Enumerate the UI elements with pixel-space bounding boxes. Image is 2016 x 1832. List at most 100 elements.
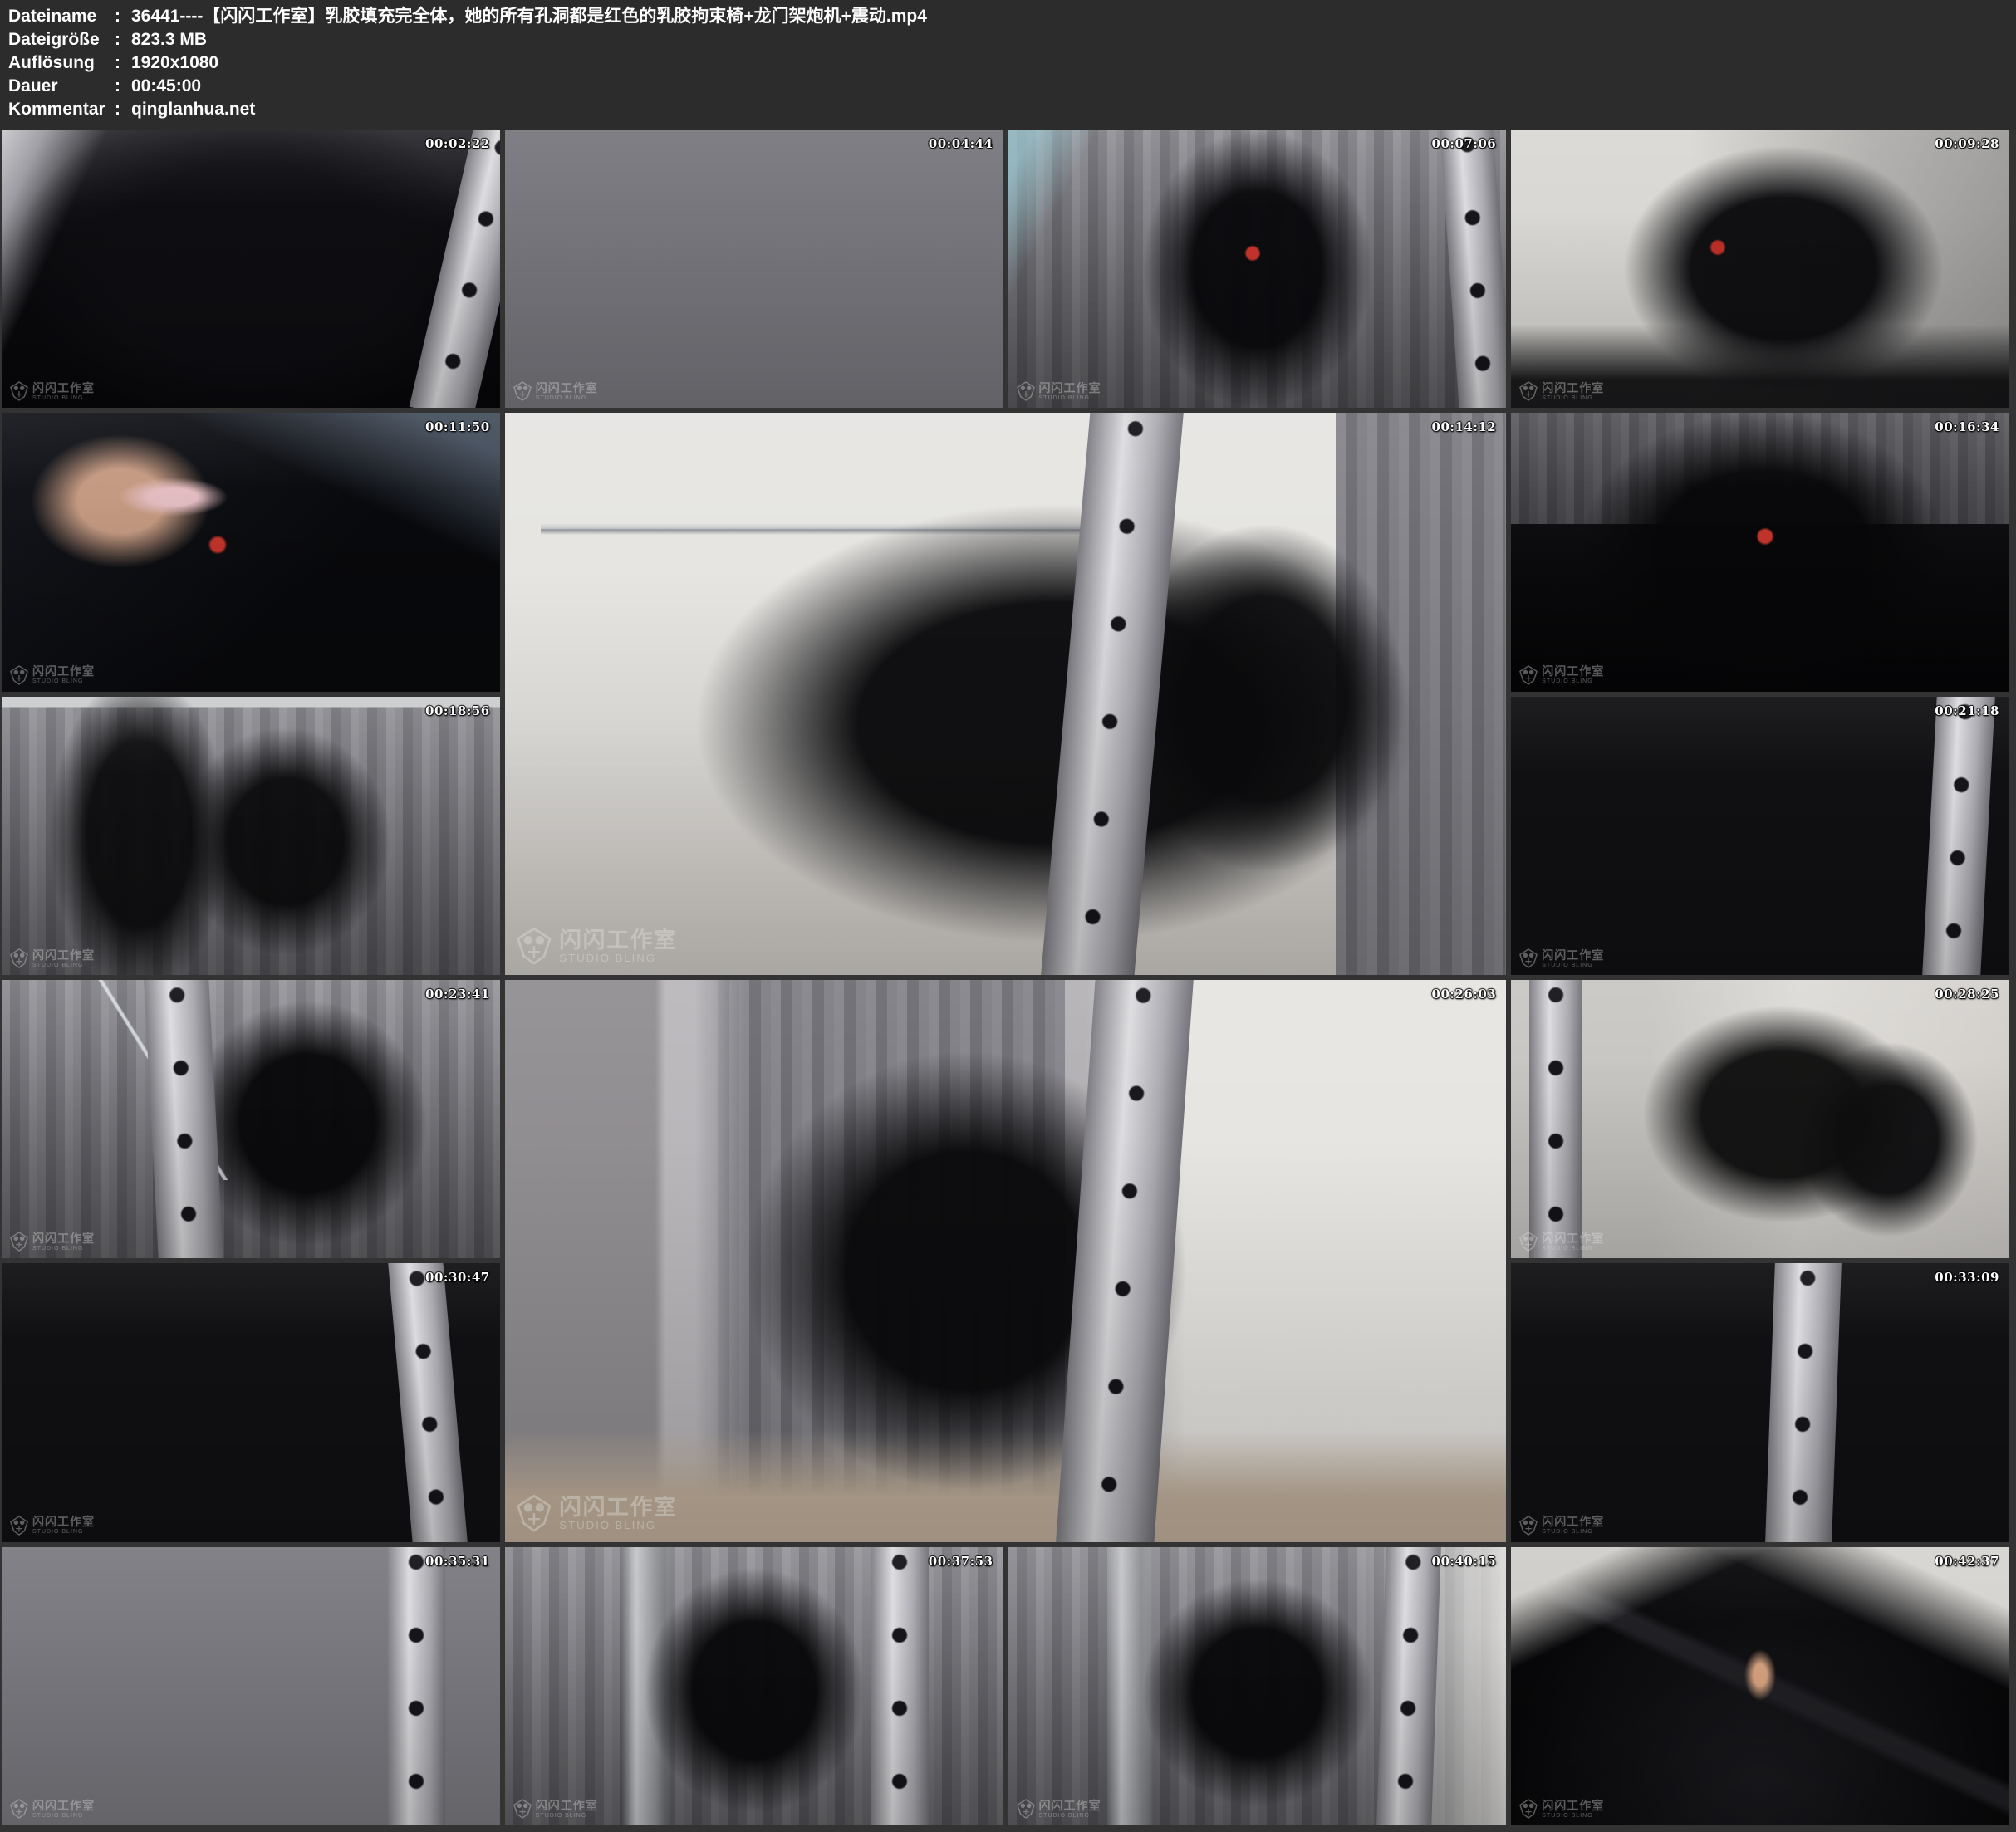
studio-watermark: 闪闪工作室 STUDIO BLING	[1519, 948, 1604, 968]
studio-logo-icon	[1017, 381, 1035, 401]
video-thumbnail[interactable]: 00:07:06 闪闪工作室 STUDIO BLING	[1008, 130, 1507, 408]
video-thumbnail[interactable]: 00:37:53 闪闪工作室 STUDIO BLING	[505, 1547, 1003, 1825]
video-thumbnail[interactable]: 00:14:12 闪闪工作室 STUDIO BLING	[505, 413, 1507, 975]
thumbnail-image	[2, 413, 500, 691]
studio-name-cn: 闪闪工作室	[1039, 382, 1101, 394]
studio-logo-icon	[1519, 665, 1538, 685]
video-thumbnail[interactable]: 00:16:34 闪闪工作室 STUDIO BLING	[1511, 413, 2009, 691]
studio-name-en: STUDIO BLING	[32, 395, 95, 401]
studio-watermark-text: 闪闪工作室 STUDIO BLING	[536, 1800, 598, 1819]
video-thumbnail[interactable]: 00:33:09 闪闪工作室 STUDIO BLING	[1511, 1263, 2009, 1541]
timestamp-overlay: 00:16:34	[1935, 419, 1999, 434]
studio-watermark-text: 闪闪工作室 STUDIO BLING	[32, 665, 95, 684]
video-thumbnail[interactable]: 00:04:44 闪闪工作室 STUDIO BLING	[505, 130, 1003, 408]
timestamp-overlay: 00:26:03	[1432, 987, 1497, 1002]
studio-name-cn: 闪闪工作室	[32, 1232, 95, 1244]
studio-watermark-text: 闪闪工作室 STUDIO BLING	[32, 949, 95, 968]
studio-logo-icon	[1519, 381, 1538, 401]
meta-separator: :	[115, 98, 131, 121]
studio-logo-icon	[513, 381, 532, 401]
thumbnail-image	[505, 980, 1507, 1542]
thumbnail-image	[2, 1547, 500, 1825]
meta-label: Auflösung	[8, 51, 115, 75]
thumbnail-image	[505, 130, 1003, 408]
video-thumbnail[interactable]: 00:23:41 闪闪工作室 STUDIO BLING	[2, 980, 500, 1258]
studio-logo-icon	[10, 1516, 28, 1536]
studio-watermark-text: 闪闪工作室 STUDIO BLING	[559, 1495, 678, 1531]
video-thumbnail[interactable]: 00:21:18 闪闪工作室 STUDIO BLING	[1511, 697, 2009, 975]
studio-watermark-text: 闪闪工作室 STUDIO BLING	[559, 928, 678, 964]
timestamp-overlay: 00:35:31	[425, 1554, 490, 1569]
thumbnail-image	[2, 980, 500, 1258]
studio-name-cn: 闪闪工作室	[559, 928, 678, 950]
video-thumbnail[interactable]: 00:42:37 闪闪工作室 STUDIO BLING	[1511, 1547, 2009, 1825]
timestamp-overlay: 00:09:28	[1935, 136, 1999, 151]
studio-watermark-text: 闪闪工作室 STUDIO BLING	[32, 1232, 95, 1252]
video-thumbnail[interactable]: 00:28:25 闪闪工作室 STUDIO BLING	[1511, 980, 2009, 1258]
studio-name-en: STUDIO BLING	[559, 1520, 678, 1531]
thumbnail-image	[505, 1547, 1003, 1825]
video-thumbnail[interactable]: 00:35:31 闪闪工作室 STUDIO BLING	[2, 1547, 500, 1825]
thumbnail-image	[1008, 130, 1507, 408]
video-thumbnail[interactable]: 00:30:47 闪闪工作室 STUDIO BLING	[2, 1263, 500, 1541]
meta-separator: :	[115, 28, 131, 51]
video-thumbnail[interactable]: 00:09:28 闪闪工作室 STUDIO BLING	[1511, 130, 2009, 408]
studio-name-cn: 闪闪工作室	[1542, 949, 1604, 961]
timestamp-overlay: 00:21:18	[1935, 703, 1999, 718]
thumbnail-image	[1511, 1547, 2009, 1825]
video-thumbnail[interactable]: 00:40:15 闪闪工作室 STUDIO BLING	[1008, 1547, 1507, 1825]
studio-watermark-text: 闪闪工作室 STUDIO BLING	[1542, 1516, 1604, 1535]
duration-value: 00:45:00	[131, 75, 2016, 98]
studio-name-cn: 闪闪工作室	[536, 382, 598, 394]
studio-name-cn: 闪闪工作室	[559, 1495, 678, 1517]
studio-name-en: STUDIO BLING	[1039, 1813, 1101, 1819]
studio-name-cn: 闪闪工作室	[1542, 382, 1604, 394]
thumbnail-image	[2, 697, 500, 975]
studio-name-cn: 闪闪工作室	[1542, 1800, 1604, 1811]
video-thumbnail[interactable]: 00:18:56 闪闪工作室 STUDIO BLING	[2, 697, 500, 975]
studio-name-cn: 闪闪工作室	[32, 949, 95, 961]
meta-label: Kommentar	[8, 98, 115, 121]
meta-row-dateigroesse: Dateigröße : 823.3 MB	[8, 28, 2016, 51]
studio-logo-icon	[10, 1799, 28, 1819]
video-thumbnail[interactable]: 00:11:50 闪闪工作室 STUDIO BLING	[2, 413, 500, 691]
video-thumbnail[interactable]: 00:02:22 闪闪工作室 STUDIO BLING	[2, 130, 500, 408]
studio-watermark: 闪闪工作室 STUDIO BLING	[1519, 1516, 1604, 1536]
timestamp-overlay: 00:28:25	[1935, 987, 1999, 1002]
studio-logo-icon	[1519, 1232, 1538, 1252]
studio-watermark-text: 闪闪工作室 STUDIO BLING	[1039, 382, 1101, 401]
studio-name-en: STUDIO BLING	[1542, 1529, 1604, 1535]
video-thumbnail[interactable]: 00:26:03 闪闪工作室 STUDIO BLING	[505, 980, 1507, 1542]
studio-watermark: 闪闪工作室 STUDIO BLING	[517, 1494, 678, 1532]
studio-logo-icon	[10, 381, 28, 401]
studio-name-en: STUDIO BLING	[32, 1529, 95, 1535]
studio-watermark: 闪闪工作室 STUDIO BLING	[517, 927, 678, 965]
studio-name-cn: 闪闪工作室	[1542, 665, 1604, 677]
studio-name-cn: 闪闪工作室	[1542, 1232, 1604, 1244]
studio-name-en: STUDIO BLING	[559, 953, 678, 964]
studio-watermark: 闪闪工作室 STUDIO BLING	[1519, 381, 1604, 401]
studio-watermark: 闪闪工作室 STUDIO BLING	[1017, 381, 1101, 401]
timestamp-overlay: 00:42:37	[1935, 1554, 1999, 1569]
studio-watermark-text: 闪闪工作室 STUDIO BLING	[1542, 665, 1604, 684]
studio-watermark: 闪闪工作室 STUDIO BLING	[10, 1232, 95, 1252]
thumbnail-image	[1511, 413, 2009, 691]
studio-name-cn: 闪闪工作室	[32, 1800, 95, 1811]
thumbnail-image	[1008, 1547, 1507, 1825]
studio-name-en: STUDIO BLING	[1039, 395, 1101, 401]
meta-label: Dateigröße	[8, 28, 115, 51]
studio-watermark-text: 闪闪工作室 STUDIO BLING	[1542, 382, 1604, 401]
timestamp-overlay: 00:18:56	[425, 703, 490, 718]
studio-watermark: 闪闪工作室 STUDIO BLING	[10, 1799, 95, 1819]
studio-watermark: 闪闪工作室 STUDIO BLING	[513, 381, 598, 401]
studio-watermark: 闪闪工作室 STUDIO BLING	[1017, 1799, 1101, 1819]
studio-name-cn: 闪闪工作室	[1039, 1800, 1101, 1811]
timestamp-overlay: 00:33:09	[1935, 1270, 1999, 1285]
meta-separator: :	[115, 51, 131, 75]
studio-name-cn: 闪闪工作室	[1542, 1516, 1604, 1527]
studio-logo-icon	[10, 665, 28, 685]
resolution-value: 1920x1080	[131, 51, 2016, 75]
thumbnail-grid: 00:02:22 闪闪工作室 STUDIO BLING 00:04:44	[0, 130, 2016, 1832]
studio-watermark-text: 闪闪工作室 STUDIO BLING	[32, 382, 95, 401]
studio-name-en: STUDIO BLING	[1542, 1813, 1604, 1819]
